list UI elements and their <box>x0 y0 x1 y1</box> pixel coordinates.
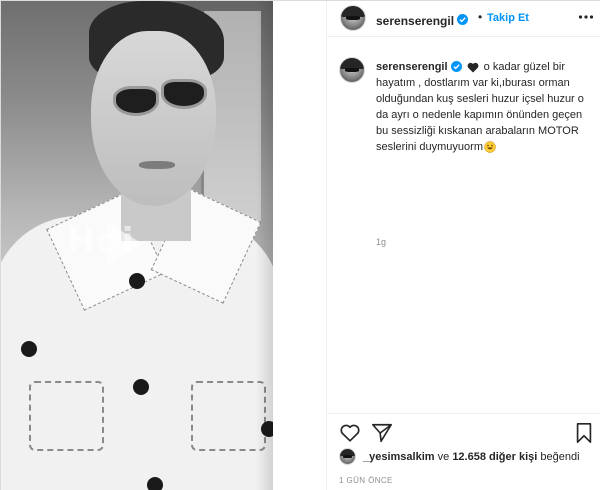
likes-count-link[interactable]: 12.658 diğer kişi <box>452 451 537 463</box>
jacket-button <box>133 379 149 395</box>
post-media: Hdi <box>1 1 326 490</box>
jacket-pocket-right <box>191 381 266 451</box>
mouth-shape <box>139 161 175 169</box>
follow-button[interactable]: Takip Et <box>487 12 529 24</box>
post-video[interactable]: Hdi <box>1 1 273 490</box>
sunglasses-left-lens <box>113 86 159 116</box>
likes-text: _yesimsalkim ve 12.658 diğer kişi beğend… <box>363 451 580 463</box>
jacket-button <box>21 341 37 357</box>
grinning-face-emoji <box>484 141 496 153</box>
video-watermark: Hdi <box>67 221 135 261</box>
black-heart-icon <box>467 62 479 73</box>
post-side-panel: serenserengil • Takip Et serenserengil o… <box>326 1 600 490</box>
caption-text: o kadar güzel bir hayatım , dostlarım va… <box>376 61 584 153</box>
share-icon[interactable] <box>371 422 393 444</box>
header-separator: • <box>478 10 483 24</box>
avatar[interactable] <box>339 448 356 465</box>
post-timestamp[interactable]: 1 GÜN ÖNCE <box>339 476 393 485</box>
post-header: serenserengil • Takip Et <box>327 1 600 37</box>
caption-time: 1g <box>376 237 387 247</box>
instagram-post: Hdi serenserengil • Takip Et serensereng… <box>0 0 600 490</box>
liker-username[interactable]: _yesimsalkim <box>363 451 435 463</box>
caption-username[interactable]: serenserengil <box>376 61 448 73</box>
header-username-wrap: serenserengil <box>376 12 469 30</box>
likes-summary: _yesimsalkim ve 12.658 diğer kişi beğend… <box>339 448 599 468</box>
video-edge-shade <box>256 1 273 490</box>
action-bar <box>327 413 600 447</box>
bookmark-icon[interactable] <box>573 422 595 444</box>
sunglasses-right-lens <box>161 79 207 109</box>
avatar[interactable] <box>339 57 365 83</box>
verified-badge-icon <box>450 60 462 72</box>
face-shape <box>91 31 216 206</box>
more-options-icon[interactable] <box>577 8 595 26</box>
verified-badge-icon <box>457 14 469 26</box>
caption-body: serenserengil o kadar güzel bir hayatım … <box>376 59 591 155</box>
avatar[interactable] <box>340 5 366 31</box>
heart-icon[interactable] <box>339 422 361 444</box>
jacket-pocket-left <box>29 381 104 451</box>
likes-connector: ve <box>437 451 450 463</box>
jacket-button <box>129 273 145 289</box>
header-username[interactable]: serenserengil <box>376 14 454 28</box>
jacket-button <box>147 477 163 490</box>
likes-suffix: beğendi <box>540 451 580 463</box>
